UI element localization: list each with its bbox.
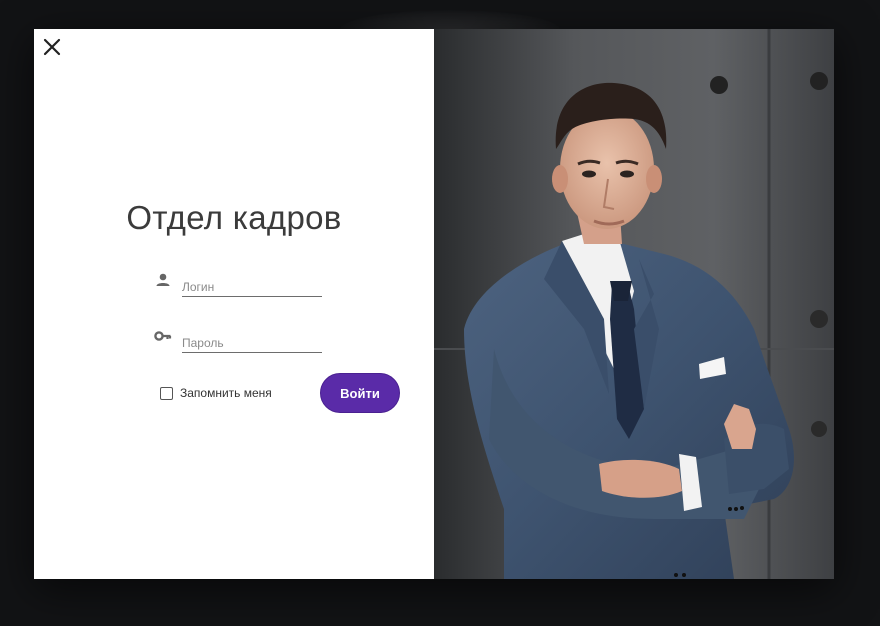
password-field xyxy=(154,325,324,355)
close-icon xyxy=(43,38,61,56)
password-input[interactable] xyxy=(182,325,322,353)
login-input[interactable] xyxy=(182,269,322,297)
dialog-title: Отдел кадров xyxy=(126,199,342,236)
login-form-panel: Отдел кадров Запомнить меня Войти xyxy=(34,29,434,579)
login-field xyxy=(154,269,324,299)
key-icon xyxy=(154,331,172,341)
remember-checkbox[interactable] xyxy=(160,386,173,400)
user-icon xyxy=(156,273,170,286)
remember-me[interactable]: Запомнить меня xyxy=(160,386,272,400)
profile-photo xyxy=(434,29,834,579)
login-button[interactable]: Войти xyxy=(320,373,400,413)
photo-illustration xyxy=(434,29,834,579)
login-dialog: Отдел кадров Запомнить меня Войти xyxy=(34,29,834,579)
remember-label: Запомнить меня xyxy=(180,386,272,400)
close-button[interactable] xyxy=(42,37,62,57)
